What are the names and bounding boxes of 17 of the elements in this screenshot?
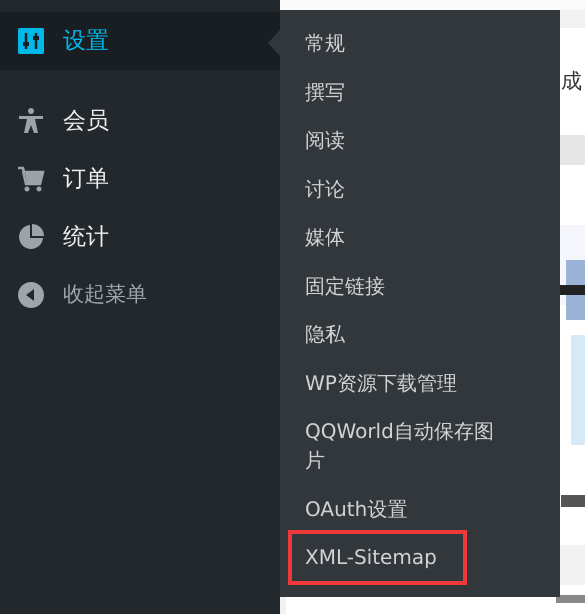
- collapse-menu-button[interactable]: 收起菜单: [0, 266, 280, 324]
- submenu-item[interactable]: WP资源下载管理: [305, 368, 505, 398]
- sidebar-item[interactable]: 会员: [0, 92, 280, 150]
- submenu-item[interactable]: XML-Sitemap: [288, 530, 467, 585]
- submenu-item[interactable]: 媒体: [305, 223, 505, 252]
- submenu-item[interactable]: 撰写: [305, 78, 505, 106]
- sidebar-item[interactable]: 订单: [0, 150, 280, 208]
- sidebar-item[interactable]: 统计: [0, 208, 280, 266]
- submenu-item[interactable]: 讨论: [305, 174, 505, 204]
- submenu-item[interactable]: QQWorld自动保存图片: [305, 417, 505, 475]
- submenu-item[interactable]: 常规: [305, 29, 505, 58]
- submenu-item[interactable]: 固定链接: [305, 272, 505, 300]
- sidebar-item[interactable]: 设置: [0, 12, 280, 70]
- submenu-item[interactable]: 隐私: [305, 320, 505, 349]
- submenu-item[interactable]: 阅读: [305, 126, 505, 155]
- submenu-item[interactable]: OAuth设置: [305, 494, 505, 524]
- heading-text: 成: [561, 68, 582, 95]
